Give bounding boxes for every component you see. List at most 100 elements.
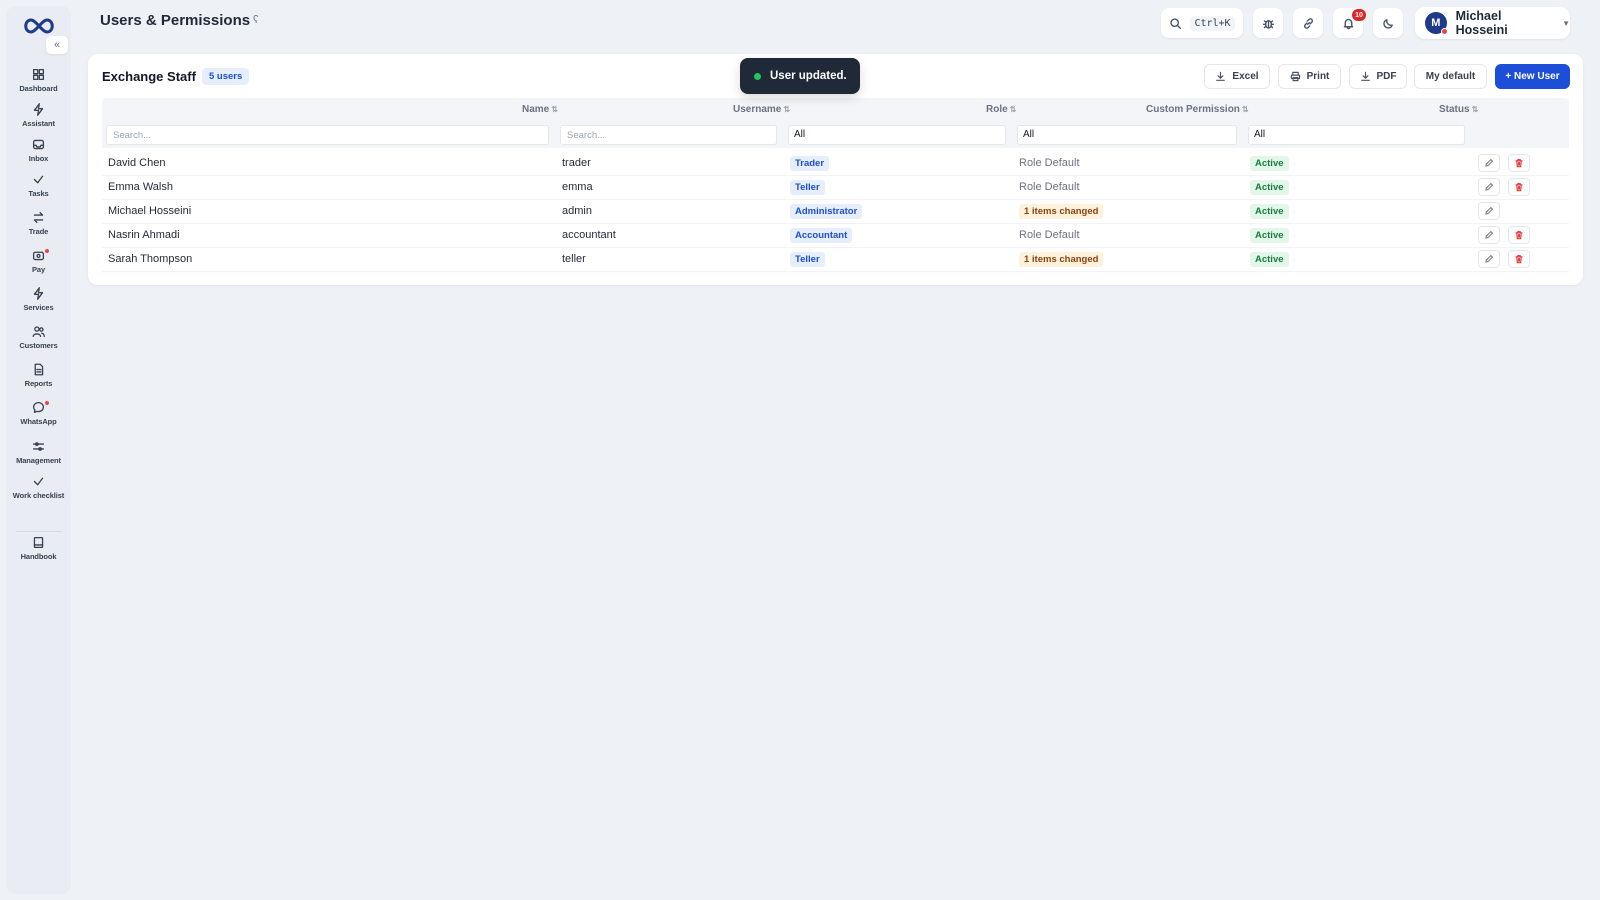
avatar-initial: M xyxy=(1431,17,1441,29)
username-cell: teller xyxy=(562,253,586,265)
delete-button[interactable] xyxy=(1508,154,1530,172)
pin-icon[interactable]: ʕ xyxy=(253,14,259,26)
name-cell: Michael Hosseini xyxy=(108,205,192,217)
sidebar-item-work-checklist[interactable]: Work checklist xyxy=(6,475,71,511)
trash-icon xyxy=(1515,183,1523,192)
edit-button[interactable] xyxy=(1478,250,1500,268)
sidebar-item-whatsapp[interactable]: WhatsApp xyxy=(6,401,71,437)
role-filter-select[interactable]: All xyxy=(788,125,1006,145)
column-header-name[interactable]: Name ⇅ xyxy=(522,104,558,115)
search-shortcut: Ctrl+K xyxy=(1190,15,1235,31)
sidebar-item-handbook[interactable]: Handbook xyxy=(6,536,71,572)
print-button[interactable]: Print xyxy=(1278,64,1341,89)
sort-icon: ⇅ xyxy=(783,105,791,114)
delete-button[interactable] xyxy=(1508,178,1530,196)
name-search-input[interactable] xyxy=(106,125,549,145)
permission-changed-badge: 1 items changed xyxy=(1019,252,1104,267)
chevron-down-icon: ▼ xyxy=(1562,18,1570,28)
table-row[interactable]: David Chen trader Trader Role Default Ac… xyxy=(102,152,1569,176)
pdf-label: PDF xyxy=(1376,71,1397,82)
edit-button[interactable] xyxy=(1478,154,1500,172)
username-cell: admin xyxy=(562,205,592,217)
toast-message: User updated. xyxy=(770,70,847,82)
sidebar-item-assistant[interactable]: Assistant xyxy=(6,103,71,139)
bug-report-button[interactable] xyxy=(1253,8,1283,38)
edit-button[interactable] xyxy=(1478,178,1500,196)
status-filter-select[interactable]: All xyxy=(1248,125,1465,145)
my-default-button[interactable]: My default xyxy=(1414,64,1487,89)
permission-cell: Role Default xyxy=(1019,181,1080,193)
sidebar-item-label: Handbook xyxy=(20,552,57,561)
swap-icon xyxy=(33,211,44,224)
sidebar-item-trade[interactable]: Trade xyxy=(6,211,71,247)
sidebar-item-label: Reports xyxy=(24,379,53,388)
sidebar-item-label: Services xyxy=(23,303,54,312)
export-excel-button[interactable]: Excel xyxy=(1204,64,1270,89)
table-row[interactable]: Emma Walsh emma Teller Role Default Acti… xyxy=(102,176,1569,200)
sidebar-item-services[interactable]: Services xyxy=(6,287,71,323)
column-label: Custom Permission xyxy=(1146,104,1240,115)
custom-permission-filter-select[interactable]: All xyxy=(1017,125,1237,145)
page-title: Users & Permissions xyxy=(100,12,251,29)
permission-cell: Role Default xyxy=(1019,229,1080,241)
status-dot xyxy=(1440,28,1448,35)
sidebar-item-label: Trade xyxy=(28,227,49,236)
column-header-status[interactable]: Status ⇅ xyxy=(1439,104,1478,115)
sidebar-item-tasks[interactable]: Tasks xyxy=(6,173,71,209)
dashboard-icon xyxy=(32,68,45,81)
edit-button[interactable] xyxy=(1478,202,1500,220)
username-cell: trader xyxy=(562,157,591,169)
sidebar-item-reports[interactable]: Reports xyxy=(6,363,71,399)
search-button[interactable]: Ctrl+K xyxy=(1161,8,1243,38)
user-name: Michael Hosseini xyxy=(1455,9,1508,37)
trash-icon xyxy=(1515,231,1523,240)
sidebar-divider xyxy=(16,531,62,532)
sidebar-item-label: Management xyxy=(16,456,61,465)
new-user-button[interactable]: + New User xyxy=(1495,64,1570,89)
sidebar-item-label: Tasks xyxy=(28,189,49,198)
sort-icon: ⇅ xyxy=(1241,105,1249,114)
sidebar-item-pay[interactable]: Pay xyxy=(6,249,71,285)
table-row[interactable]: Nasrin Ahmadi accountant Accountant Role… xyxy=(102,224,1569,248)
user-menu[interactable]: M Michael Hosseini ▼ xyxy=(1415,7,1570,39)
sidebar-item-label: Pay xyxy=(31,265,46,274)
name-cell: Nasrin Ahmadi xyxy=(108,229,180,241)
sidebar-item-management[interactable]: Management xyxy=(6,440,71,476)
document-icon xyxy=(34,363,44,376)
notifications-button[interactable]: 10 xyxy=(1333,8,1366,38)
username-cell: accountant xyxy=(562,229,616,241)
table-row[interactable]: Michael Hosseini admin Administrator 1 i… xyxy=(102,200,1569,224)
notification-dot xyxy=(45,249,49,253)
role-badge: Accountant xyxy=(790,228,853,243)
sidebar: « Dashboard Assistant Inbox Tasks Trade … xyxy=(6,6,71,894)
column-label: Status xyxy=(1439,104,1470,115)
dark-mode-toggle[interactable] xyxy=(1373,8,1403,38)
infinity-logo-icon[interactable] xyxy=(22,14,56,38)
pencil-icon xyxy=(1485,255,1493,263)
collapse-sidebar-button[interactable]: « xyxy=(46,36,68,54)
table-row[interactable]: Sarah Thompson teller Teller 1 items cha… xyxy=(102,248,1569,272)
delete-button[interactable] xyxy=(1508,250,1530,268)
sidebar-item-customers[interactable]: Customers xyxy=(6,325,71,361)
sort-icon: ⇅ xyxy=(551,105,558,114)
username-search-input[interactable] xyxy=(560,125,777,145)
role-badge: Trader xyxy=(790,156,830,171)
export-pdf-button[interactable]: PDF xyxy=(1349,64,1407,89)
column-header-role[interactable]: Role ⇅ xyxy=(986,104,1016,115)
permission-cell: Role Default xyxy=(1019,157,1080,169)
status-badge: Active xyxy=(1250,204,1289,219)
column-label: Role xyxy=(986,104,1008,115)
delete-button[interactable] xyxy=(1508,226,1530,244)
column-header-username[interactable]: Username ⇅ xyxy=(733,104,790,115)
column-header-custom-permission[interactable]: Custom Permission ⇅ xyxy=(1146,104,1249,115)
edit-button[interactable] xyxy=(1478,226,1500,244)
sidebar-item-label: Inbox xyxy=(28,154,49,163)
status-badge: Active xyxy=(1250,180,1289,195)
column-label: Username xyxy=(733,104,782,115)
sidebar-item-inbox[interactable]: Inbox xyxy=(6,138,71,174)
sort-icon: ⇅ xyxy=(1471,105,1479,114)
link-button[interactable] xyxy=(1293,8,1323,38)
sidebar-item-dashboard[interactable]: Dashboard xyxy=(6,68,71,104)
book-icon xyxy=(33,536,44,549)
users-icon xyxy=(32,326,45,338)
